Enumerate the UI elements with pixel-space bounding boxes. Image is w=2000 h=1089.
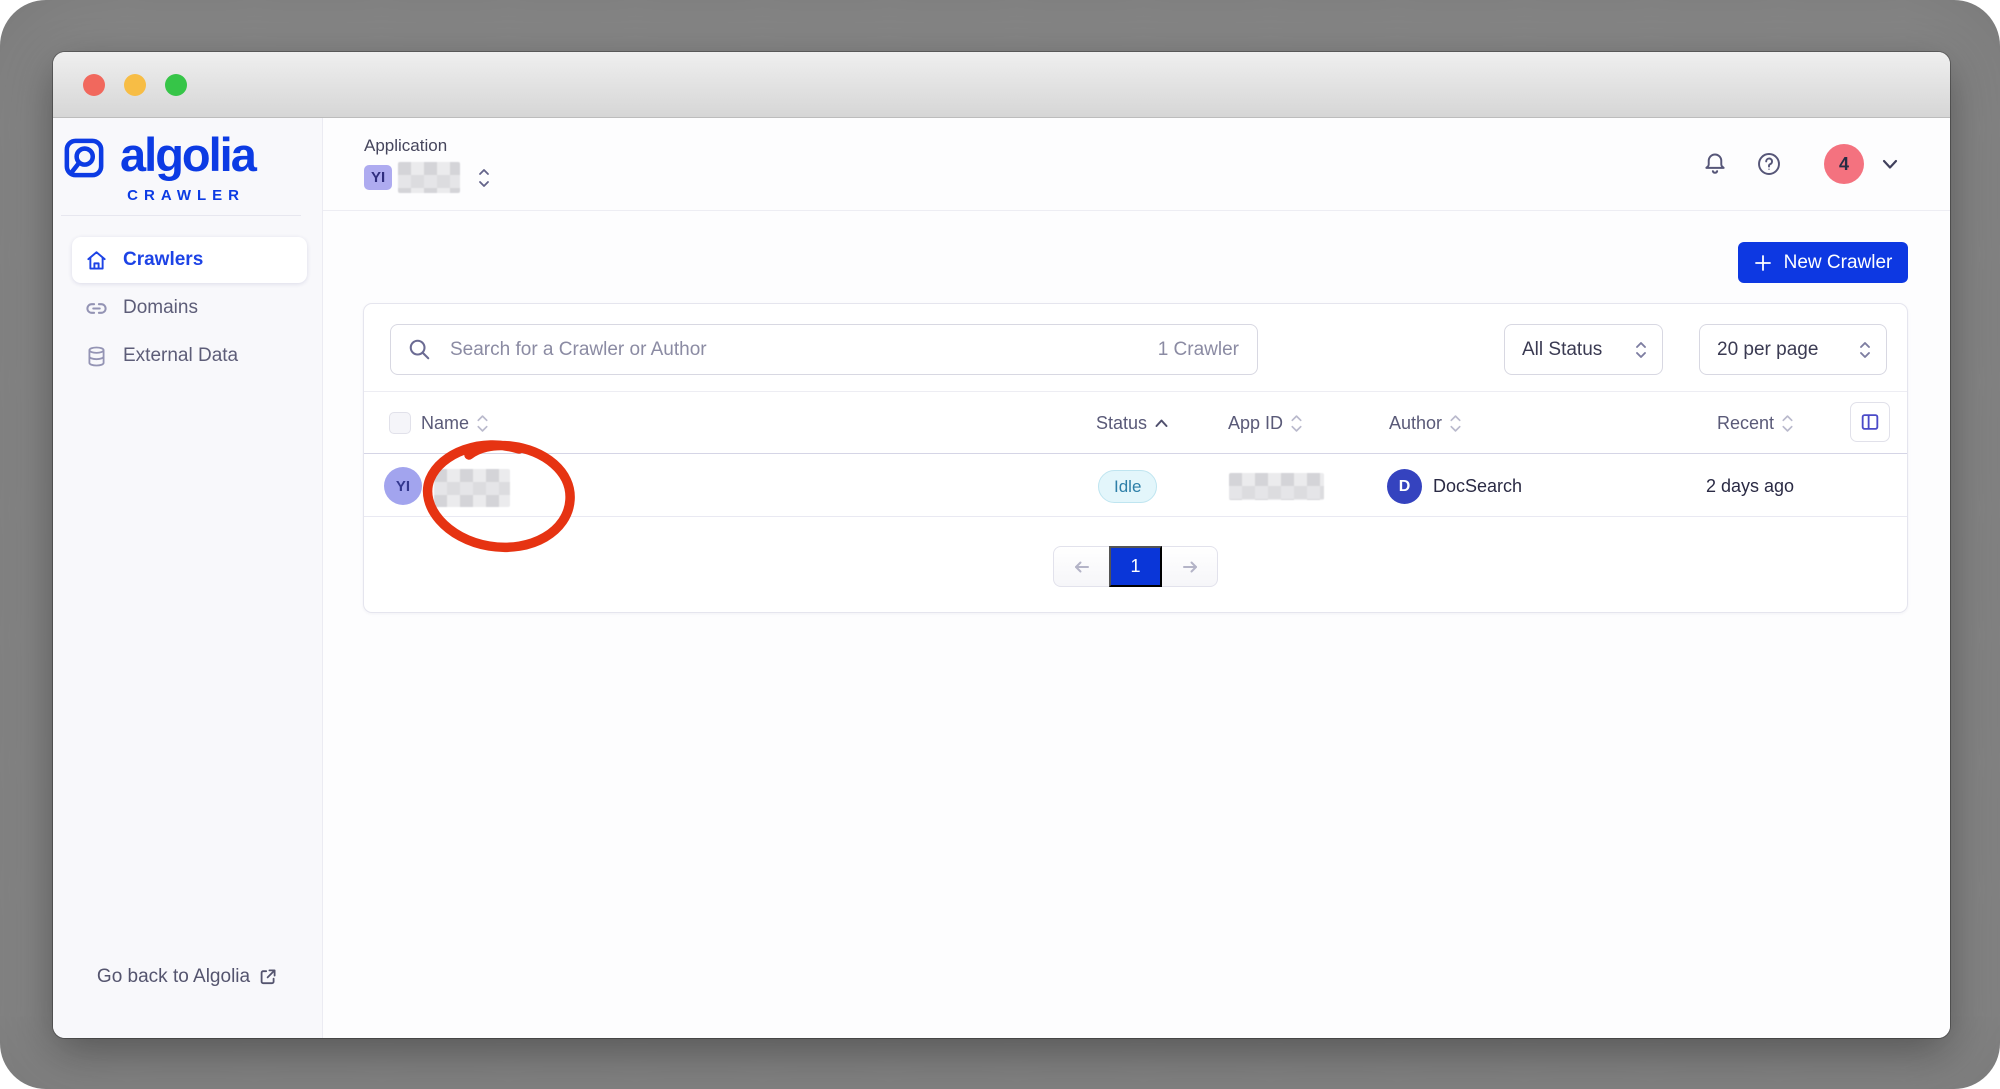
recent-value: 2 days ago [1706,454,1794,518]
avatar-badge-text: 4 [1839,154,1849,175]
algolia-wordmark: algolia [120,131,255,184]
status-filter-select[interactable]: All Status [1504,324,1663,375]
minimize-window-button[interactable] [124,74,146,96]
link-icon [85,297,108,320]
external-link-icon [258,967,278,987]
application-label: Application [364,136,491,156]
page-size-value: 20 per page [1717,339,1818,361]
product-label: CRAWLER [63,187,245,204]
status-badge-label: Idle [1114,477,1141,497]
select-updown-icon [1858,339,1872,361]
database-icon [85,345,108,368]
sidebar-item-label: Domains [123,297,198,319]
table-header: Name Status [364,391,1907,453]
sidebar-item-external-data[interactable]: External Data [72,333,307,379]
status-filter-value: All Status [1522,339,1602,361]
author-avatar-initial: D [1399,478,1411,496]
column-label: Name [421,413,469,434]
column-header-recent[interactable]: Recent [1717,392,1794,454]
chevron-down-icon[interactable] [1880,154,1900,174]
user-avatar[interactable]: 4 [1824,144,1864,184]
column-settings-button[interactable] [1850,402,1890,442]
sort-updown-icon [1449,414,1462,433]
column-label: Recent [1717,413,1774,434]
column-label: Author [1389,413,1442,434]
column-label: App ID [1228,413,1283,434]
crawler-avatar: YI [384,467,422,505]
author-avatar: D [1387,469,1422,504]
sidebar-item-domains[interactable]: Domains [72,285,307,331]
sidebar-item-label: Crawlers [123,249,203,271]
notifications-button[interactable] [1702,151,1728,177]
new-crawler-button[interactable]: New Crawler [1738,242,1908,283]
crawler-avatar-initials: YI [396,478,410,495]
home-icon [85,249,108,272]
header-actions: 4 [1702,118,1900,210]
column-header-name[interactable]: Name [421,392,489,454]
pagination: 1 [1053,546,1218,587]
arrow-right-icon [1180,557,1200,577]
application-updown-icon [477,167,491,189]
page-1-button[interactable]: 1 [1109,546,1162,587]
window-body: algolia CRAWLER Crawlers [53,118,1950,1038]
search-box: 1 Crawler [390,324,1258,375]
help-icon [1756,151,1782,177]
column-header-author[interactable]: Author [1389,392,1462,454]
screenshot-stage: algolia CRAWLER Crawlers [0,0,2000,1089]
sort-updown-icon [1781,414,1794,433]
zoom-window-button[interactable] [165,74,187,96]
crawler-count-label: 1 Crawler [1158,339,1239,361]
toolbar-row: New Crawler [363,242,1908,283]
current-page-label: 1 [1130,556,1140,577]
column-label: Status [1096,413,1147,434]
search-input[interactable] [450,339,1158,361]
footer-link-label: Go back to Algolia [97,966,250,988]
application-badge: YI [364,165,392,190]
help-button[interactable] [1756,151,1782,177]
search-icon [407,337,432,362]
application-select[interactable]: YI [364,162,491,193]
algolia-logo-icon [63,136,105,180]
content-area: New Crawler 1 Crawler [323,211,1950,1038]
previous-page-button[interactable] [1053,546,1109,587]
column-header-status[interactable]: Status [1096,392,1169,454]
plus-icon [1754,254,1772,272]
page-size-select[interactable]: 20 per page [1699,324,1887,375]
sidebar-item-label: External Data [123,345,238,367]
main-area: Application YI [323,118,1950,1038]
panel-toolbar: 1 Crawler All Status 20 per page [364,304,1907,391]
column-header-app-id[interactable]: App ID [1228,392,1303,454]
sort-updown-icon [1290,414,1303,433]
columns-icon [1859,411,1881,433]
crawlers-panel: 1 Crawler All Status 20 per page [363,303,1908,613]
new-crawler-label: New Crawler [1784,252,1893,274]
close-window-button[interactable] [83,74,105,96]
select-all-checkbox[interactable] [389,412,411,434]
sort-updown-icon [476,414,489,433]
app-header: Application YI [323,118,1950,211]
window-titlebar [53,52,1950,118]
sidebar-nav: Crawlers Domains [72,237,307,381]
author-name: DocSearch [1433,454,1522,518]
brand-block: algolia CRAWLER [53,118,322,204]
crawler-row[interactable]: YI Idle D DocSearch 2 days ago [364,453,1907,517]
arrow-left-icon [1072,557,1092,577]
redacted-application-name [398,162,460,193]
go-back-to-algolia-link[interactable]: Go back to Algolia [97,966,278,988]
bell-icon [1702,151,1728,177]
select-updown-icon [1634,339,1648,361]
sidebar-divider [61,215,301,216]
sort-ascending-icon [1154,418,1169,428]
next-page-button[interactable] [1162,546,1218,587]
status-badge: Idle [1098,470,1157,503]
sidebar-item-crawlers[interactable]: Crawlers [72,237,307,283]
browser-window: algolia CRAWLER Crawlers [53,52,1950,1038]
application-switcher: Application YI [364,118,491,210]
sidebar-footer: Go back to Algolia [53,966,322,988]
sidebar: algolia CRAWLER Crawlers [53,118,323,1038]
redacted-crawler-name [434,469,510,507]
redacted-app-id [1229,473,1324,500]
